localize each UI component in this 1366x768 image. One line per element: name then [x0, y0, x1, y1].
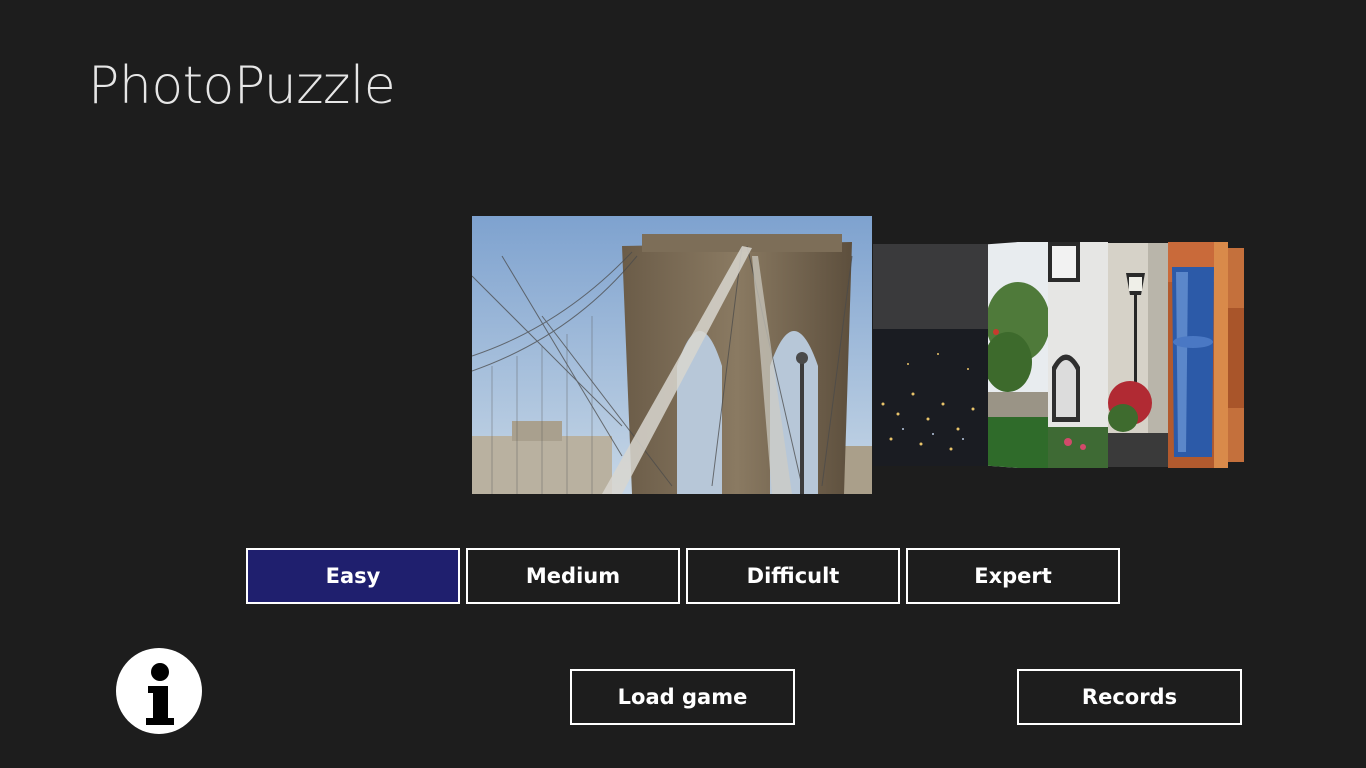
medium-button[interactable]: Medium — [466, 548, 680, 604]
records-button[interactable]: Records — [1017, 669, 1242, 725]
load-game-button[interactable]: Load game — [570, 669, 795, 725]
building-photo[interactable] — [1048, 242, 1108, 468]
bridge-photo[interactable] — [472, 216, 872, 494]
garden-photo[interactable] — [988, 242, 1048, 468]
difficult-button[interactable]: Difficult — [686, 548, 900, 604]
partial-photo[interactable] — [1228, 248, 1244, 462]
photo-carousel[interactable] — [472, 216, 1252, 496]
info-icon — [146, 663, 174, 725]
app-title: PhotoPuzzle — [88, 56, 396, 116]
difficulty-selector: Easy Medium Difficult Expert — [246, 548, 1120, 604]
expert-button[interactable]: Expert — [906, 548, 1120, 604]
glass-photo[interactable] — [1168, 242, 1228, 468]
city-night-photo[interactable] — [873, 244, 988, 466]
easy-button[interactable]: Easy — [246, 548, 460, 604]
street-lamp-photo[interactable] — [1108, 243, 1168, 467]
info-button[interactable] — [116, 648, 202, 734]
